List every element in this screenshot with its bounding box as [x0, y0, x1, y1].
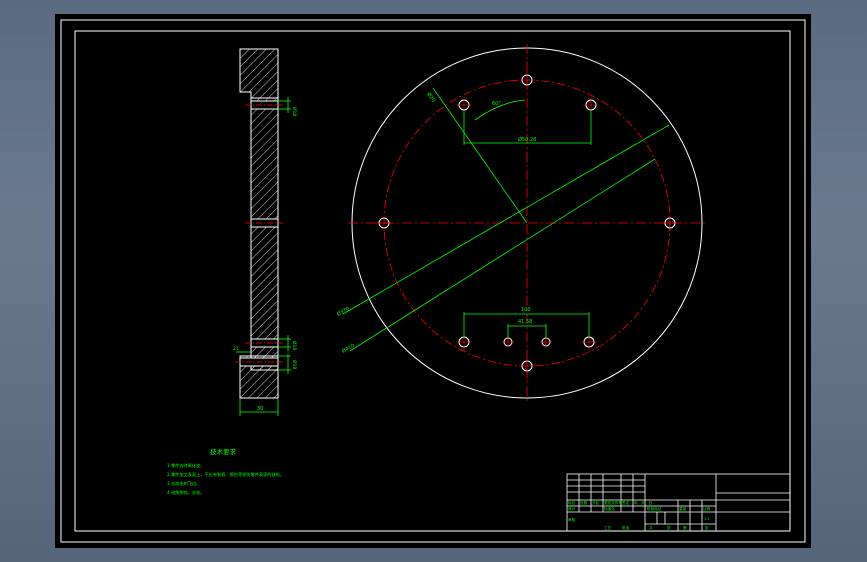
tb-label-marker: 标记	[568, 500, 576, 505]
tb-label-zone: 分区	[592, 500, 600, 505]
side-dim-hole-2: Ø18	[291, 341, 298, 350]
side-dim-thickness: 30	[257, 406, 263, 412]
tb-label-design: 设计	[568, 506, 576, 511]
tech-line-1: 1.零件去除氧化皮。	[167, 462, 205, 469]
tb-label-date: 年、月、日	[634, 500, 652, 505]
tb-label-weight: 重量	[679, 506, 687, 511]
tb-sheet-unit-1: 张	[667, 525, 671, 530]
side-section-view: Ø18 Ø18 Ø18 21 30	[233, 48, 298, 416]
tb-label-process: 工艺	[604, 525, 612, 530]
tb-label-change-doc: 更改文件号	[604, 500, 622, 505]
tech-line-2: 2.零件加工表面上，不应有划痕、擦伤等损伤零件表面的缺陷。	[167, 471, 284, 478]
dim-top-spacing: Ø50.28	[518, 136, 536, 143]
tb-label-count: 处数	[580, 500, 588, 505]
tb-label-signature: 签名	[622, 500, 630, 505]
side-dim-hole-3: Ø18	[291, 360, 298, 369]
drawing-canvas: Ø18 Ø18 Ø18 21 30 Ø370 Ø410 Ø20 60° Ø50.…	[60, 19, 806, 543]
tb-sheet-unit-2: 张	[705, 525, 709, 530]
tb-scale-value: 1:1	[704, 517, 710, 521]
tech-requirements-title: 技术要求	[210, 447, 237, 456]
tech-requirements: 技术要求 1.零件去除氧化皮。 2.零件加工表面上，不应有划痕、擦伤等损伤零件表…	[167, 447, 284, 496]
tech-line-3: 3.去除毛刺飞边。	[167, 480, 200, 487]
tech-line-4: 4.锐角倒钝，去毛。	[167, 489, 205, 496]
dim-outer: Ø410	[341, 342, 356, 355]
plan-view: Ø370 Ø410 Ø20 60° Ø50.28 100 41.58	[336, 44, 706, 402]
tb-label-scale: 比例	[703, 506, 711, 511]
title-block: 标记 处数 分区 更改文件号 签名 年、月、日 设计 标准化 阶段标记 重量 比…	[566, 473, 791, 532]
dim-bottom-outer: 100	[521, 307, 531, 313]
dim-radius: Ø20	[425, 91, 437, 103]
cad-viewport[interactable]: Ø18 Ø18 Ø18 21 30 Ø370 Ø410 Ø20 60° Ø50.…	[55, 14, 811, 548]
tb-sheet-no: 第	[683, 525, 687, 530]
tb-sheet-total: 共	[649, 525, 653, 530]
tb-label-standard: 标准化	[604, 506, 615, 511]
side-dim-small: 21	[233, 346, 239, 352]
tb-label-stage: 阶段标记	[647, 506, 662, 511]
side-dim-hole-1: Ø18	[291, 107, 298, 116]
tb-label-approve: 批准	[622, 525, 630, 530]
inner-frame	[74, 30, 791, 532]
dim-angle: 60°	[492, 101, 501, 107]
dim-bolt-circle: Ø370	[336, 305, 351, 318]
tb-label-review: 审核	[568, 517, 576, 522]
dim-bottom-inner: 41.58	[518, 319, 532, 325]
